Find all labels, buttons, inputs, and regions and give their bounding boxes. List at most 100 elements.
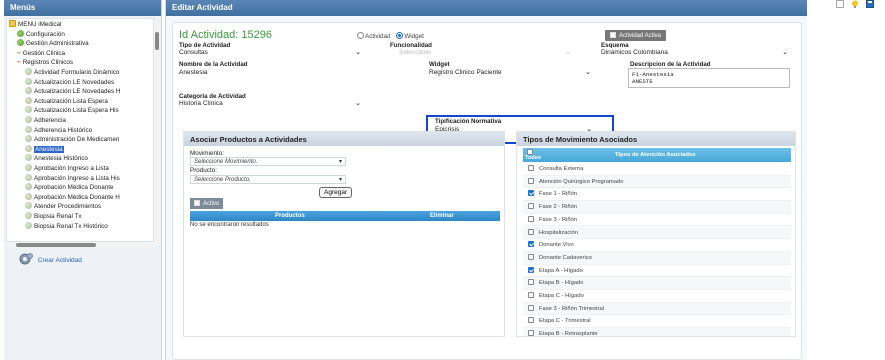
radio-widget[interactable]: [396, 32, 404, 39]
tree-item[interactable]: Biopsia Renal Tx: [25, 212, 82, 221]
tree-item[interactable]: Adherencia: [25, 116, 66, 125]
nombre-actividad-input[interactable]: Anestesia: [178, 68, 363, 78]
col-productos[interactable]: Productos: [275, 211, 305, 221]
actividad-activa-toggle[interactable]: Actividad Activa: [605, 30, 667, 41]
movimiento-checkbox[interactable]: [528, 330, 534, 336]
esquema-select[interactable]: Dinámicos Colombiana ⌄: [600, 48, 790, 58]
movimiento-checkbox[interactable]: [528, 215, 534, 222]
tree-item[interactable]: − Registros Clinicos: [17, 58, 73, 67]
tree-item-label: Actualización LE Novedades H: [34, 88, 121, 96]
tree-item[interactable]: Anestesia: [25, 144, 64, 154]
tree-item-label: Configuración: [26, 30, 65, 38]
movimiento-placeholder: Seleccione Movimiento.: [194, 159, 258, 165]
movimiento-checkbox[interactable]: [528, 203, 534, 210]
tree-item[interactable]: Actualización Lista Espera His: [25, 106, 119, 115]
categoria-select[interactable]: Historia Clínica ⌄: [178, 99, 363, 109]
chevron-down-icon: ⌄: [782, 49, 788, 56]
tree-item[interactable]: Anestesia Histórico: [25, 154, 88, 163]
save-icon[interactable]: [866, 0, 874, 8]
menu-tree[interactable]: MENU iMedical Configuración Gestión Admini…: [6, 18, 154, 242]
funcionalidad-value: Seleccione: [399, 49, 431, 56]
crear-actividad-link[interactable]: Crear Actividad: [18, 252, 82, 266]
leaf-icon: [25, 77, 32, 85]
tree-item[interactable]: Aprobación Médica Donante H: [25, 192, 120, 202]
esquema-value: Dinámicos Colombiana: [601, 49, 668, 56]
funcionalidad-select[interactable]: Seleccione ⌄: [388, 48, 573, 58]
descripcion-label: Descripcion de la Actividad: [630, 61, 711, 68]
tree-item-label: Gestión Clinica: [22, 49, 66, 57]
lightbulb-icon[interactable]: [851, 0, 859, 8]
movimiento-row: Etapa B - Retrasplante: [523, 328, 791, 336]
movimiento-checkbox[interactable]: [528, 165, 534, 171]
scroll-thumb[interactable]: [16, 243, 96, 247]
movimiento-checkbox[interactable]: [528, 266, 534, 273]
caret-down-icon[interactable]: ▾: [336, 176, 345, 183]
tree-item-label: Anestesia: [34, 145, 64, 153]
tree-item[interactable]: MENU iMedical: [9, 20, 61, 29]
folder-open-icon: [9, 20, 16, 27]
tree-item[interactable]: Adherencia Histórico: [25, 125, 92, 135]
activo-checkbox[interactable]: [194, 200, 200, 206]
tree-item[interactable]: Biopsia Renal Tx Histórico: [25, 221, 108, 231]
scroll-thumb[interactable]: [155, 32, 159, 50]
tree-item[interactable]: Configuración: [17, 29, 65, 39]
empty-results: No se encontraron resultados: [190, 222, 269, 228]
tree-item-label: Actualización Lista Espera: [34, 97, 108, 105]
movimiento-checkbox[interactable]: [528, 177, 534, 184]
col-eliminar[interactable]: Eliminar: [430, 211, 454, 221]
movimiento-checkbox[interactable]: [528, 228, 534, 235]
gear-icon: [19, 253, 33, 265]
tree-item[interactable]: Atender Procedimientos: [25, 202, 101, 211]
tree-item[interactable]: Actualización Lista Espera: [25, 96, 108, 106]
producto-combo[interactable]: Seleccione Producto. ▾: [190, 175, 346, 184]
productos-grid-header: Productos Eliminar: [190, 211, 500, 221]
tree-vertical-scrollbar[interactable]: [154, 22, 160, 244]
activity-type-radio-group: Actividad Widget: [353, 32, 424, 40]
tipo-actividad-select[interactable]: Consultas ⌄: [178, 48, 363, 58]
leaf-icon: [25, 144, 32, 152]
tree-item[interactable]: Aprobación Ingreso a Lista His: [25, 173, 120, 183]
tree-item-label: Aprobación Ingreso a Lista: [34, 165, 109, 172]
edit-activity-panel: Editar Actividad Id Actividad: 15296 Act…: [165, 0, 807, 360]
leaf-icon: [25, 106, 32, 114]
movimiento-checkbox[interactable]: [528, 292, 534, 298]
descripcion-textarea[interactable]: F1-Anestesia ANESTE: [628, 68, 790, 88]
movimiento-checkbox[interactable]: [528, 304, 534, 311]
tree-item[interactable]: − Gestión Clinica: [17, 49, 65, 58]
movimiento-checkbox[interactable]: [528, 190, 534, 197]
leaf-icon: [25, 192, 32, 200]
leaf-icon: [25, 87, 32, 95]
movimiento-combo[interactable]: Seleccione Movimiento. ▾: [190, 157, 346, 166]
agregar-button[interactable]: Agregar: [319, 187, 353, 198]
movimiento-checkbox[interactable]: [528, 241, 534, 248]
tree-item[interactable]: Actualización LE Novedades: [25, 77, 115, 87]
tree-item[interactable]: Actualización LE Novedades H: [25, 87, 120, 96]
widget-select[interactable]: Registro Clinico Paciente ⌄: [428, 68, 593, 78]
tree-item[interactable]: Aprobación Ingreso a Lista: [25, 164, 109, 173]
movimiento-row: Etapa B - Hígado: [523, 277, 791, 290]
tree-item[interactable]: Actividad Formulario Dinámico: [25, 68, 119, 77]
tree-item[interactable]: Gestión Administrativa: [17, 39, 89, 48]
movimiento-row: Donante Vivo: [523, 239, 791, 252]
tree-item[interactable]: Aprobación Médica Donante: [25, 183, 113, 192]
radio-actividad[interactable]: [357, 32, 364, 39]
activo-toggle[interactable]: Activo: [190, 198, 224, 209]
caret-down-icon[interactable]: ▾: [336, 158, 345, 165]
minus-icon: −: [17, 59, 21, 67]
movimiento-checkbox[interactable]: [528, 279, 534, 286]
tree-horizontal-scrollbar[interactable]: [6, 242, 156, 248]
activa-checkbox[interactable]: [610, 32, 616, 38]
activa-label: Actividad Activa: [619, 33, 662, 39]
tree-item[interactable]: Administración De Medicamen: [25, 135, 119, 144]
leaf-icon: [25, 202, 32, 210]
movimiento-checkbox[interactable]: [528, 317, 534, 324]
tree-item-label: Actualización LE Novedades: [34, 78, 115, 86]
movimiento-label: Fase 3 - Riñón: [539, 216, 578, 223]
leaf-icon: [25, 154, 32, 162]
radio-actividad-label: Actividad: [365, 33, 391, 40]
chevron-down-icon: ⌄: [565, 49, 571, 56]
movimiento-row: Fase 3 - Riñón: [523, 214, 791, 227]
movimiento-label: Fase 3 - Riñón Trimestral: [539, 305, 605, 312]
movimiento-checkbox[interactable]: [528, 253, 534, 260]
window-icon[interactable]: [836, 0, 844, 8]
